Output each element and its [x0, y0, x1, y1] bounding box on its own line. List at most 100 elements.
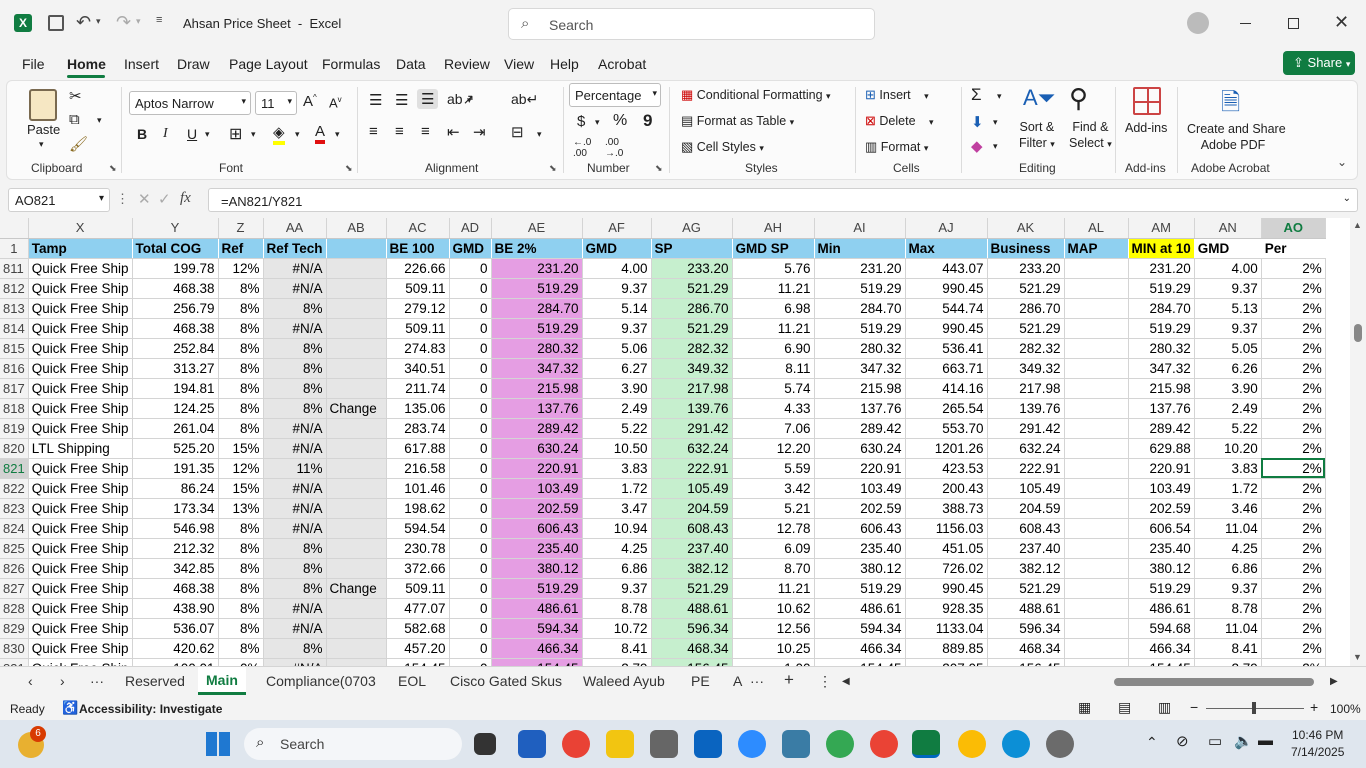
cell[interactable]: 12.78: [732, 518, 815, 539]
column-title-cell[interactable]: Business: [987, 238, 1065, 259]
cell[interactable]: 466.34: [491, 638, 583, 659]
cell[interactable]: Change: [326, 398, 387, 419]
cell[interactable]: 509.11: [386, 278, 450, 299]
row-header[interactable]: 825: [0, 538, 29, 559]
cell[interactable]: 596.34: [651, 618, 733, 639]
scroll-up-icon[interactable]: ▲: [1353, 220, 1362, 230]
cell[interactable]: 9.37: [1194, 318, 1262, 339]
cell[interactable]: 283.74: [386, 418, 450, 439]
italic-button[interactable]: I: [163, 126, 168, 142]
cell[interactable]: 4.25: [582, 538, 652, 559]
cell[interactable]: 313.27: [132, 358, 219, 379]
cell[interactable]: 2.49: [582, 398, 652, 419]
cell[interactable]: 284.70: [1128, 298, 1195, 319]
tab-view[interactable]: View: [504, 56, 534, 72]
cell[interactable]: 8%: [218, 298, 264, 319]
cell[interactable]: 414.16: [905, 378, 988, 399]
cell[interactable]: 8%: [218, 578, 264, 599]
tab-home[interactable]: Home: [67, 56, 106, 72]
fill-color-icon[interactable]: ◈: [273, 123, 285, 145]
cell[interactable]: 0: [449, 538, 492, 559]
cell[interactable]: 519.29: [491, 318, 583, 339]
cell[interactable]: 211.74: [386, 378, 450, 399]
sheet-tab-a[interactable]: A: [733, 673, 742, 689]
cell[interactable]: [1064, 478, 1129, 499]
zoom-slider-thumb[interactable]: [1252, 702, 1256, 714]
cell[interactable]: [1064, 658, 1129, 666]
cell[interactable]: 5.22: [1194, 418, 1262, 439]
cell[interactable]: 235.40: [1128, 538, 1195, 559]
cell[interactable]: [1064, 518, 1129, 539]
page-layout-view-icon[interactable]: ▤: [1118, 699, 1131, 716]
cell[interactable]: [1064, 378, 1129, 399]
chrome-profile-icon[interactable]: [826, 730, 854, 758]
cell[interactable]: 519.29: [491, 578, 583, 599]
cell[interactable]: 1156.03: [905, 518, 988, 539]
orientation-dropdown-icon[interactable]: ▾: [467, 95, 472, 106]
cell[interactable]: 468.38: [132, 318, 219, 339]
cell[interactable]: 10.20: [1194, 438, 1262, 459]
row-header[interactable]: 830: [0, 638, 29, 659]
cell[interactable]: 3.90: [1194, 378, 1262, 399]
row-header[interactable]: 828: [0, 598, 29, 619]
cell[interactable]: 2%: [1261, 598, 1326, 619]
cell[interactable]: 8%: [218, 538, 264, 559]
create-share-pdf-button[interactable]: Create and Share Adobe PDF: [1187, 121, 1286, 153]
cell[interactable]: 2%: [1261, 458, 1326, 479]
cell[interactable]: 11%: [263, 458, 327, 479]
sort-filter-button[interactable]: Sort & Filter ▾: [1019, 119, 1055, 152]
cell[interactable]: 137.76: [814, 398, 906, 419]
cell[interactable]: 137.76: [491, 398, 583, 419]
cell[interactable]: 617.88: [386, 438, 450, 459]
paste-button[interactable]: Paste: [27, 122, 60, 137]
row-header[interactable]: 813: [0, 298, 29, 319]
cell[interactable]: 4.33: [732, 398, 815, 419]
underline-button[interactable]: U: [187, 126, 197, 142]
cell[interactable]: 608.43: [651, 518, 733, 539]
cell[interactable]: 990.45: [905, 578, 988, 599]
cell[interactable]: 9.37: [582, 578, 652, 599]
column-header[interactable]: AM: [1128, 218, 1195, 239]
cell[interactable]: 215.98: [491, 378, 583, 399]
cell[interactable]: Quick Free Ship: [28, 338, 133, 359]
cell[interactable]: 231.20: [814, 258, 906, 279]
row-header[interactable]: 815: [0, 338, 29, 359]
page-break-view-icon[interactable]: ▥: [1158, 699, 1171, 716]
cell[interactable]: 536.07: [132, 618, 219, 639]
insert-cells-button[interactable]: ⊞ Insert ▾: [865, 87, 929, 103]
cell[interactable]: 606.43: [814, 518, 906, 539]
cell[interactable]: [1064, 318, 1129, 339]
cell[interactable]: 0: [449, 418, 492, 439]
cell[interactable]: 291.42: [987, 418, 1065, 439]
options-icon[interactable]: ⋮: [818, 673, 832, 690]
vertical-scrollbar[interactable]: ▲ ▼: [1350, 218, 1366, 666]
cell[interactable]: 519.29: [814, 318, 906, 339]
cell[interactable]: [1064, 558, 1129, 579]
cell[interactable]: 546.98: [132, 518, 219, 539]
app-icon[interactable]: [782, 730, 810, 758]
cell[interactable]: 10.50: [582, 438, 652, 459]
cell[interactable]: 5.22: [582, 418, 652, 439]
cell[interactable]: [326, 278, 387, 299]
cell[interactable]: Quick Free Ship: [28, 578, 133, 599]
cell[interactable]: 5.14: [582, 298, 652, 319]
cell[interactable]: 0: [449, 258, 492, 279]
currency-icon[interactable]: $: [577, 113, 585, 130]
customize-toolbar-icon[interactable]: ≡: [156, 14, 162, 26]
cell[interactable]: 5.05: [1194, 338, 1262, 359]
tab-review[interactable]: Review: [444, 56, 490, 72]
cell[interactable]: 194.81: [132, 378, 219, 399]
normal-view-icon[interactable]: ▦: [1078, 699, 1091, 716]
column-header[interactable]: Z: [218, 218, 264, 239]
number-format-select[interactable]: Percentage ▾: [569, 83, 661, 107]
cell[interactable]: 477.07: [386, 598, 450, 619]
format-cells-button[interactable]: ▥ Format ▾: [865, 139, 928, 155]
cancel-icon[interactable]: ✕: [138, 190, 151, 208]
cell[interactable]: 8%: [218, 518, 264, 539]
cell[interactable]: 12%: [218, 458, 264, 479]
autosum-dropdown-icon[interactable]: ▾: [997, 91, 1002, 102]
cell[interactable]: 7.06: [732, 418, 815, 439]
cell[interactable]: 2%: [1261, 438, 1326, 459]
decrease-indent-icon[interactable]: ⇤: [447, 123, 460, 141]
cell[interactable]: #N/A: [263, 618, 327, 639]
